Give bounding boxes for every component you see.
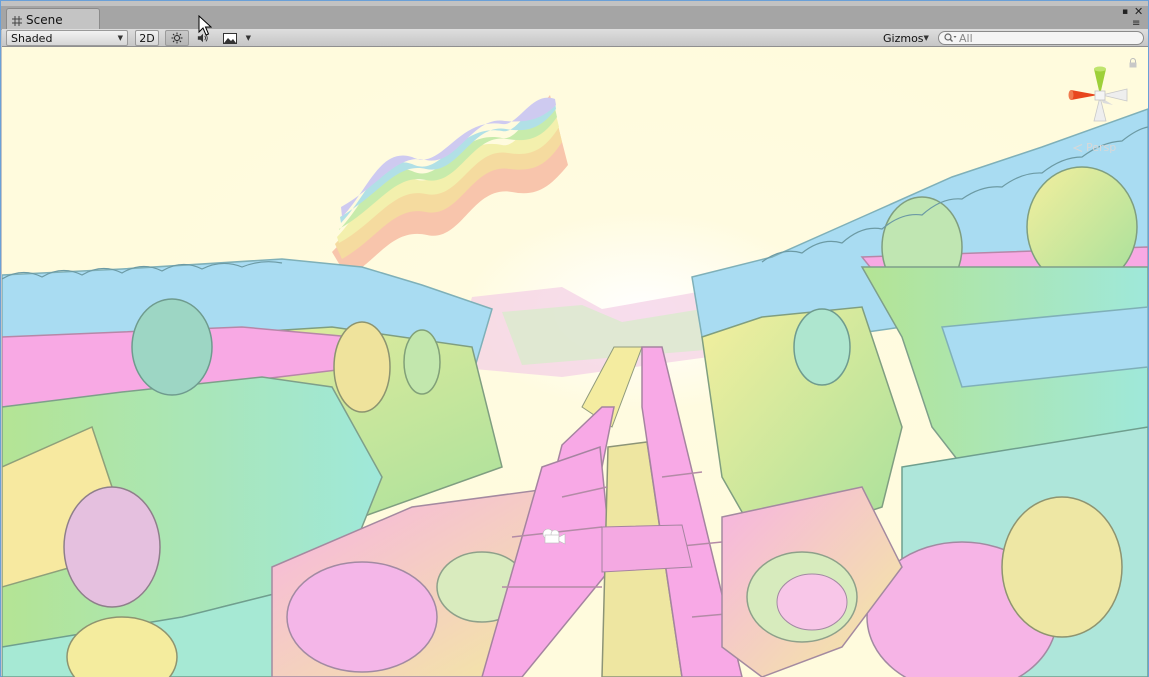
camera-icon[interactable]	[540, 527, 566, 545]
maximize-button[interactable]: ▪	[1122, 8, 1128, 17]
close-button[interactable]: ✕	[1134, 6, 1143, 17]
orientation-gizmo[interactable]	[1065, 63, 1135, 133]
sun-icon	[171, 32, 183, 44]
perspective-icon	[1073, 143, 1083, 152]
mode-2d-toggle[interactable]: 2D	[135, 30, 159, 46]
panel-menu-button[interactable]: ≡	[1132, 19, 1140, 29]
tab-scene[interactable]: Scene	[6, 8, 100, 30]
draw-mode-dropdown[interactable]: Shaded ▼	[6, 30, 128, 46]
lighting-toggle[interactable]	[165, 30, 189, 46]
tab-scene-label: Scene	[26, 12, 63, 27]
image-icon	[223, 32, 237, 44]
scene-toolbar: Shaded ▼ 2D ▼ Gizmos ▼ All	[2, 29, 1148, 47]
grid-icon	[12, 15, 22, 26]
scene-window: Scene ▪ ✕ ≡ Shaded ▼ 2D ▼ Gizmos ▼ All P…	[0, 0, 1149, 677]
fractal-scene-render	[2, 47, 1148, 677]
mode-2d-label: 2D	[139, 31, 155, 45]
mouse-cursor-icon	[198, 15, 212, 36]
tab-strip	[1, 6, 1148, 30]
lock-icon[interactable]	[1129, 58, 1137, 70]
scene-viewport[interactable]	[2, 47, 1148, 677]
search-icon	[944, 33, 957, 42]
search-placeholder: All	[959, 31, 973, 45]
chevron-down-icon: ▼	[923, 34, 929, 42]
chevron-down-icon: ▼	[245, 34, 251, 42]
projection-label: Persp	[1086, 141, 1117, 154]
chevron-down-icon: ▼	[117, 34, 123, 42]
gizmos-label: Gizmos	[883, 31, 924, 45]
effects-dropdown[interactable]: ▼	[218, 30, 256, 46]
search-field[interactable]: All	[938, 31, 1144, 45]
gizmos-dropdown[interactable]: Gizmos ▼	[878, 30, 932, 46]
projection-toggle[interactable]: Persp	[1073, 141, 1116, 154]
draw-mode-label: Shaded	[11, 31, 53, 45]
